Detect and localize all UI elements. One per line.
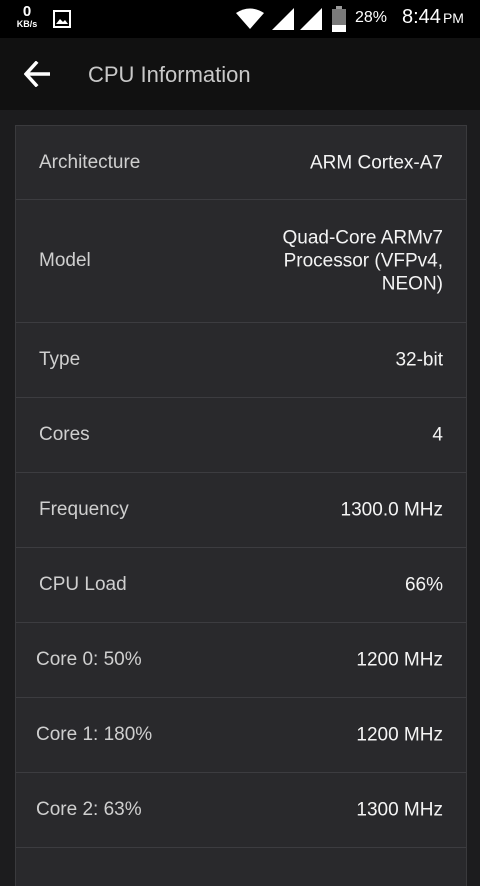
wifi-icon: [236, 8, 264, 29]
row-label: Core 0: 50%: [36, 649, 142, 670]
core-row-2: Core 2: 63% 1300 MHz: [16, 773, 466, 848]
info-row-type: Type 32-bit: [16, 323, 466, 398]
status-bar: 0 KB/s 28% 8:44 PM: [0, 0, 480, 38]
clock-time: 8:44: [402, 6, 441, 28]
battery-icon: [332, 6, 346, 32]
page-title: CPU Information: [88, 62, 251, 87]
row-value: 1300 MHz: [356, 799, 443, 821]
core-row-1: Core 1: 180% 1200 MHz: [16, 698, 466, 773]
row-value: 1300.0 MHz: [340, 499, 443, 521]
battery-percent: 28%: [355, 9, 388, 26]
net-speed-unit: KB/s: [16, 19, 38, 29]
gallery-icon: [53, 10, 71, 28]
row-value: 4: [432, 424, 443, 446]
row-value: 1200 MHz: [356, 724, 443, 746]
row-value: 66%: [404, 574, 443, 596]
info-row-model: Model Quad-Core ARMv7 Processor (VFPv4, …: [16, 200, 466, 323]
row-label: Cores: [39, 424, 90, 445]
row-label: Architecture: [39, 151, 141, 173]
row-value: 1200 MHz: [356, 649, 443, 671]
net-speed-value: 0: [22, 3, 32, 20]
net-speed-indicator: 0 KB/s: [12, 4, 42, 29]
row-value: Quad-Core ARMv7 Processor (VFPv4, NEON): [282, 227, 443, 295]
row-label: Model: [39, 250, 91, 271]
signal-icon: [272, 8, 294, 30]
row-label: Core 2: 63%: [36, 799, 142, 820]
core-row-0: Core 0: 50% 1200 MHz: [16, 623, 466, 698]
clock-ampm: PM: [442, 10, 464, 26]
row-label: Core 1: 180%: [36, 724, 153, 745]
cpu-info-card: Architecture ARM Cortex-A7 Model Quad-Co…: [15, 125, 467, 886]
info-row-frequency: Frequency 1300.0 MHz: [16, 473, 466, 548]
arrow-left-icon: [24, 61, 50, 87]
info-row-cpu-load: CPU Load 66%: [16, 548, 466, 623]
signal-icon: [300, 8, 322, 30]
info-row-architecture: Architecture ARM Cortex-A7: [16, 126, 466, 200]
row-value: ARM Cortex-A7: [309, 152, 443, 173]
row-label: Type: [39, 349, 81, 370]
row-value: 32-bit: [395, 349, 443, 371]
row-label: Frequency: [39, 499, 129, 520]
row-label: CPU Load: [39, 574, 127, 595]
app-bar: CPU Information: [0, 38, 480, 110]
back-button[interactable]: [20, 56, 56, 92]
clock: 8:44 PM: [402, 6, 464, 29]
info-row-cores: Cores 4: [16, 398, 466, 473]
